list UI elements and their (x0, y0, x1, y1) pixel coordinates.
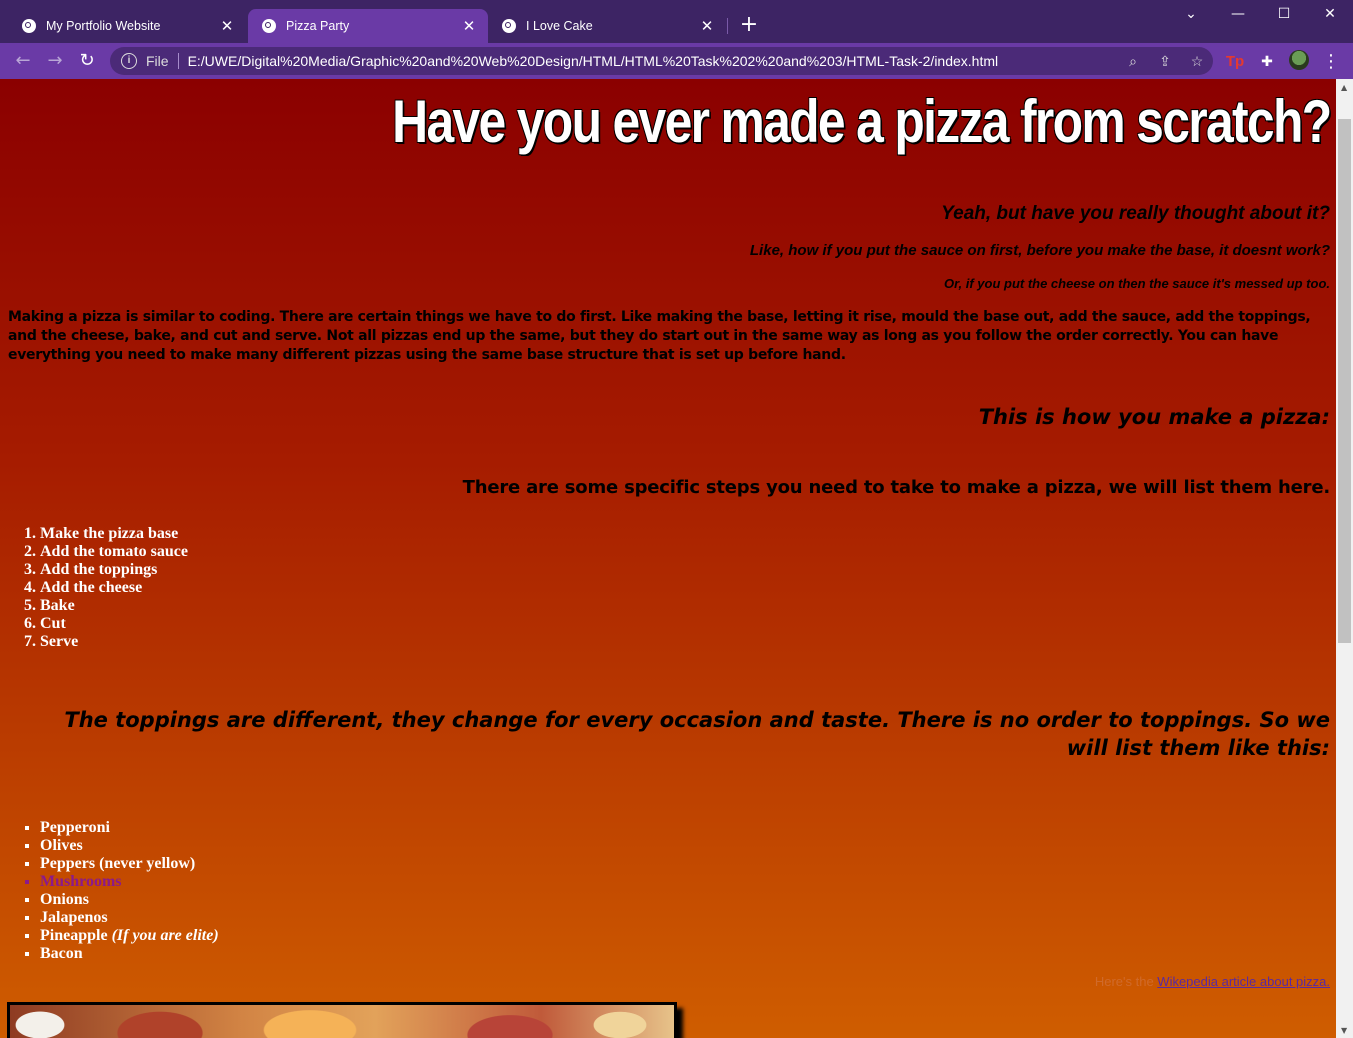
list-item: Add the toppings (40, 561, 188, 579)
subheading-2: Like, how if you put the sauce on first,… (749, 242, 1330, 259)
scroll-down-icon[interactable]: ▼ (1341, 1026, 1347, 1035)
tab-search-icon[interactable]: ⌄ (1176, 6, 1206, 22)
close-icon[interactable]: ✕ (218, 17, 236, 35)
vertical-scrollbar[interactable]: ▲ ▼ (1336, 79, 1353, 1038)
page-title: Have you ever made a pizza from scratch? (391, 88, 1332, 155)
topping-label: Pineapple (40, 927, 108, 944)
new-tab-button[interactable]: + (737, 12, 761, 37)
wikipedia-link[interactable]: Wikepedia article about pizza. (1157, 974, 1330, 989)
tab-title: Pizza Party (286, 19, 350, 33)
list-item: Olives (40, 837, 219, 855)
star-icon[interactable]: ☆ (1181, 53, 1213, 70)
list-item: Onions (40, 891, 219, 909)
window-close-icon[interactable]: ✕ (1315, 6, 1345, 22)
pineapple-note: (If you are elite) (111, 927, 219, 944)
tab-i-love-cake[interactable]: I Love Cake ✕ (488, 9, 726, 43)
steps-list: Make the pizza base Add the tomato sauce… (0, 525, 188, 651)
scrollbar-thumb[interactable] (1338, 119, 1351, 643)
kebab-menu-icon[interactable]: ⋮ (1321, 52, 1341, 72)
maximize-icon[interactable]: ☐ (1269, 6, 1299, 22)
subheading-1: Yeah, but have you really thought about … (941, 203, 1330, 224)
list-item: Serve (40, 633, 188, 651)
back-icon[interactable]: ← (10, 48, 36, 74)
zoom-icon[interactable]: ⌕ (1117, 53, 1149, 70)
close-icon[interactable]: ✕ (460, 17, 478, 35)
info-icon[interactable]: i (121, 53, 137, 69)
address-bar[interactable]: i File E:/UWE/Digital%20Media/Graphic%20… (110, 47, 1213, 75)
steps-heading: There are some specific steps you need t… (462, 477, 1331, 498)
url-text[interactable]: E:/UWE/Digital%20Media/Graphic%20and%20W… (188, 53, 1117, 69)
tab-title: My Portfolio Website (46, 19, 161, 33)
scroll-up-icon[interactable]: ▲ (1341, 83, 1347, 92)
list-item-pineapple: Pineapple (If you are elite) (40, 927, 219, 945)
list-item-mushrooms: Mushrooms (40, 873, 219, 891)
minimize-icon[interactable]: — (1223, 6, 1253, 22)
pizza-image (7, 1002, 677, 1038)
forward-icon[interactable]: → (42, 48, 68, 74)
reload-icon[interactable]: ↻ (74, 48, 100, 74)
wiki-line: Here's the Wikepedia article about pizza… (1095, 974, 1330, 989)
tab-title: I Love Cake (526, 19, 593, 33)
tp-extension-icon[interactable]: Tp (1225, 52, 1245, 72)
tab-pizza-party[interactable]: Pizza Party ✕ (248, 9, 488, 43)
close-icon[interactable]: ✕ (698, 17, 716, 35)
list-item: Cut (40, 615, 188, 633)
list-item: Make the pizza base (40, 525, 188, 543)
globe-icon (502, 19, 516, 33)
list-item: Bake (40, 597, 188, 615)
wiki-prefix: Here's the (1094, 974, 1158, 989)
globe-icon (22, 19, 36, 33)
avatar[interactable] (1289, 50, 1309, 70)
share-icon[interactable]: ⇪ (1149, 53, 1181, 70)
tab-portfolio[interactable]: My Portfolio Website ✕ (8, 9, 246, 43)
how-to-heading: This is how you make a pizza: (978, 405, 1330, 429)
list-item: Jalapenos (40, 909, 219, 927)
subheading-3: Or, if you put the cheese on then the sa… (944, 276, 1330, 291)
tab-strip: My Portfolio Website ✕ Pizza Party ✕ I L… (0, 0, 1353, 43)
toppings-heading: The toppings are different, they change … (64, 708, 1330, 760)
scheme-label: File (146, 53, 169, 69)
list-item: Add the tomato sauce (40, 543, 188, 561)
list-item: Bacon (40, 945, 219, 963)
page-viewport: Have you ever made a pizza from scratch?… (0, 79, 1336, 1038)
list-item: Add the cheese (40, 579, 188, 597)
intro-paragraph: Making a pizza is similar to coding. The… (8, 309, 1311, 363)
toppings-list: Pepperoni Olives Peppers (never yellow) … (0, 819, 219, 963)
list-item: Pepperoni (40, 819, 219, 837)
puzzle-icon[interactable]: ✚ (1257, 52, 1277, 72)
list-item: Peppers (never yellow) (40, 855, 219, 873)
browser-toolbar: ← → ↻ i File E:/UWE/Digital%20Media/Grap… (0, 43, 1353, 79)
globe-icon (262, 19, 276, 33)
divider (177, 53, 179, 69)
tab-divider (727, 18, 728, 34)
